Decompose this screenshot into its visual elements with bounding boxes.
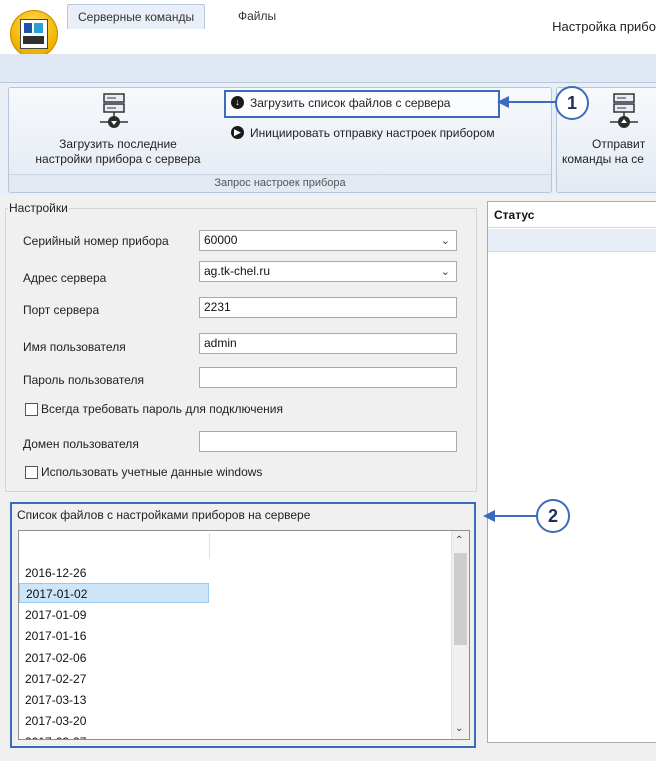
scroll-thumb[interactable] (454, 553, 467, 645)
always-require-password-label: Всегда требовать пароль для подключения (41, 402, 283, 416)
use-windows-credentials-checkbox[interactable] (25, 466, 38, 479)
play-circle-icon: ▶ (231, 126, 244, 139)
list-item[interactable]: 2017-01-16 (19, 626, 209, 646)
server-upload-icon (610, 93, 638, 128)
always-require-password-checkbox[interactable] (25, 403, 38, 416)
send-commands-line1: Отправит (592, 137, 646, 151)
user-domain-field[interactable] (199, 431, 457, 452)
server-port-field[interactable]: 2231 (199, 297, 457, 318)
callout-2: 2 (536, 499, 570, 533)
status-panel: Статус (487, 201, 656, 743)
serial-number-label: Серийный номер прибора (23, 234, 169, 248)
load-last-settings-button[interactable]: Загрузить последние настройки прибора с … (14, 90, 222, 172)
list-item[interactable]: 2016-12-26 (19, 563, 209, 583)
initiate-send-settings-button[interactable]: ▶ Инициировать отправку настроек приборо… (228, 122, 544, 144)
list-item[interactable]: 2017-02-27 (19, 669, 209, 689)
list-item-selected[interactable]: 2017-01-02 (19, 583, 209, 603)
window-title: Настройка прибо (552, 19, 656, 34)
load-last-settings-line2: настройки прибора с сервера (35, 152, 201, 166)
load-file-list-label: Загрузить список файлов с сервера (250, 96, 451, 110)
password-label: Пароль пользователя (23, 373, 144, 387)
serial-number-value: 60000 (204, 233, 238, 247)
list-item[interactable]: 2017-03-13 (19, 690, 209, 710)
tab-server-commands[interactable]: Серверные команды (67, 4, 206, 29)
password-field[interactable] (199, 367, 457, 388)
username-field[interactable]: admin (199, 333, 457, 354)
app-logo-icon (20, 19, 48, 49)
user-domain-label: Домен пользователя (23, 437, 139, 451)
list-item[interactable]: 2017-03-27 (19, 732, 209, 739)
download-circle-icon: ↓ (231, 96, 244, 109)
settings-legend: Настройки (8, 201, 69, 215)
callout-2-arrow (483, 510, 538, 522)
chevron-down-icon[interactable]: ⌄ (455, 723, 463, 734)
ribbon-tab-strip (0, 54, 656, 83)
initiate-send-settings-label: Инициировать отправку настроек прибором (250, 126, 495, 140)
status-row[interactable] (488, 229, 656, 252)
chevron-down-icon[interactable]: ⌄ (441, 232, 450, 251)
server-address-combo[interactable]: ag.tk-chel.ru ⌄ (199, 261, 457, 282)
server-port-label: Порт сервера (23, 303, 100, 317)
load-file-list-button[interactable]: ↓ Загрузить список файлов с сервера (224, 90, 500, 118)
load-last-settings-line1: Загрузить последние (59, 137, 177, 151)
callout-1-arrow (497, 96, 558, 108)
chevron-down-icon[interactable]: ⌄ (441, 263, 450, 282)
list-column-divider (209, 533, 210, 559)
list-item[interactable]: 2017-01-09 (19, 605, 209, 625)
use-windows-credentials-label: Использовать учетные данные windows (41, 465, 263, 479)
status-column-header[interactable]: Статус (488, 202, 656, 228)
files-legend: Список файлов с настройками приборов на … (15, 508, 313, 522)
username-label: Имя пользователя (23, 340, 126, 354)
files-list[interactable]: 2016-12-26 2017-01-02 2017-01-09 2017-01… (18, 530, 470, 740)
callout-1: 1 (555, 86, 589, 120)
serial-number-combo[interactable]: 60000 ⌄ (199, 230, 457, 251)
send-commands-line2: команды на се (562, 152, 644, 166)
server-address-label: Адрес сервера (23, 271, 107, 285)
list-item[interactable]: 2017-02-06 (19, 648, 209, 668)
tab-files[interactable]: Файлы (228, 4, 286, 28)
list-scrollbar[interactable]: ⌃ ⌄ (451, 531, 469, 739)
chevron-up-icon[interactable]: ⌃ (455, 535, 463, 546)
server-download-icon (100, 93, 128, 128)
app-menu-button[interactable] (10, 10, 58, 58)
list-item[interactable]: 2017-03-20 (19, 711, 209, 731)
server-address-value: ag.tk-chel.ru (204, 264, 271, 278)
ribbon-group-caption: Запрос настроек прибора (9, 174, 551, 191)
